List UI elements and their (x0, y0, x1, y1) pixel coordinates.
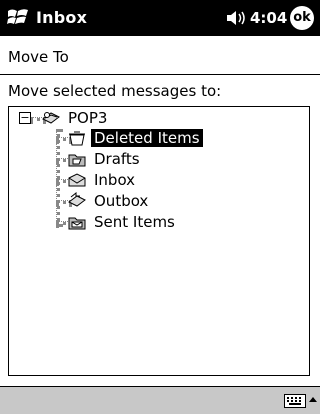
folder-tree: − POP3 Deleted Items Drafts Inbox Outbox… (8, 106, 310, 376)
drafts-folder-icon (68, 154, 86, 167)
tree-node-label: Outbox (94, 192, 149, 210)
tree-node-label: POP3 (68, 109, 108, 127)
tree-node-outbox[interactable]: Outbox (67, 190, 151, 212)
page-header: Move To (0, 36, 320, 75)
start-menu-icon[interactable] (6, 5, 32, 31)
tree-node-drafts[interactable]: Drafts (67, 148, 143, 170)
tree-node-sent-items[interactable]: Sent Items (67, 211, 178, 233)
ok-button[interactable]: ok (290, 6, 314, 30)
tree-node-label: Inbox (94, 171, 136, 189)
tree-node-label: Sent Items (94, 213, 175, 231)
tree-node-pop3[interactable]: POP3 (41, 107, 110, 129)
collapse-toggle[interactable]: − (19, 112, 31, 124)
outbox-folder-icon (68, 192, 86, 207)
mailbox-icon (42, 112, 60, 124)
title-bar: Inbox 4:04 ok (0, 0, 320, 36)
keyboard-icon[interactable] (284, 394, 306, 408)
speaker-icon[interactable] (226, 10, 246, 26)
inbox-folder-icon (68, 173, 86, 187)
sent-folder-icon (68, 217, 86, 230)
menu-bar (0, 386, 320, 414)
tree-connector (56, 129, 60, 227)
tree-node-label: Drafts (94, 150, 140, 168)
sip-arrow-icon[interactable] (308, 395, 318, 405)
page-title: Move To (8, 48, 69, 66)
deleted-folder-icon (69, 131, 85, 146)
clock[interactable]: 4:04 (250, 9, 287, 27)
tree-node-deleted-items[interactable]: Deleted Items (67, 127, 203, 149)
tree-node-label: Deleted Items (91, 129, 203, 147)
instruction-text: Move selected messages to: (8, 82, 222, 100)
app-title[interactable]: Inbox (36, 8, 87, 27)
tree-node-inbox[interactable]: Inbox (67, 169, 138, 191)
